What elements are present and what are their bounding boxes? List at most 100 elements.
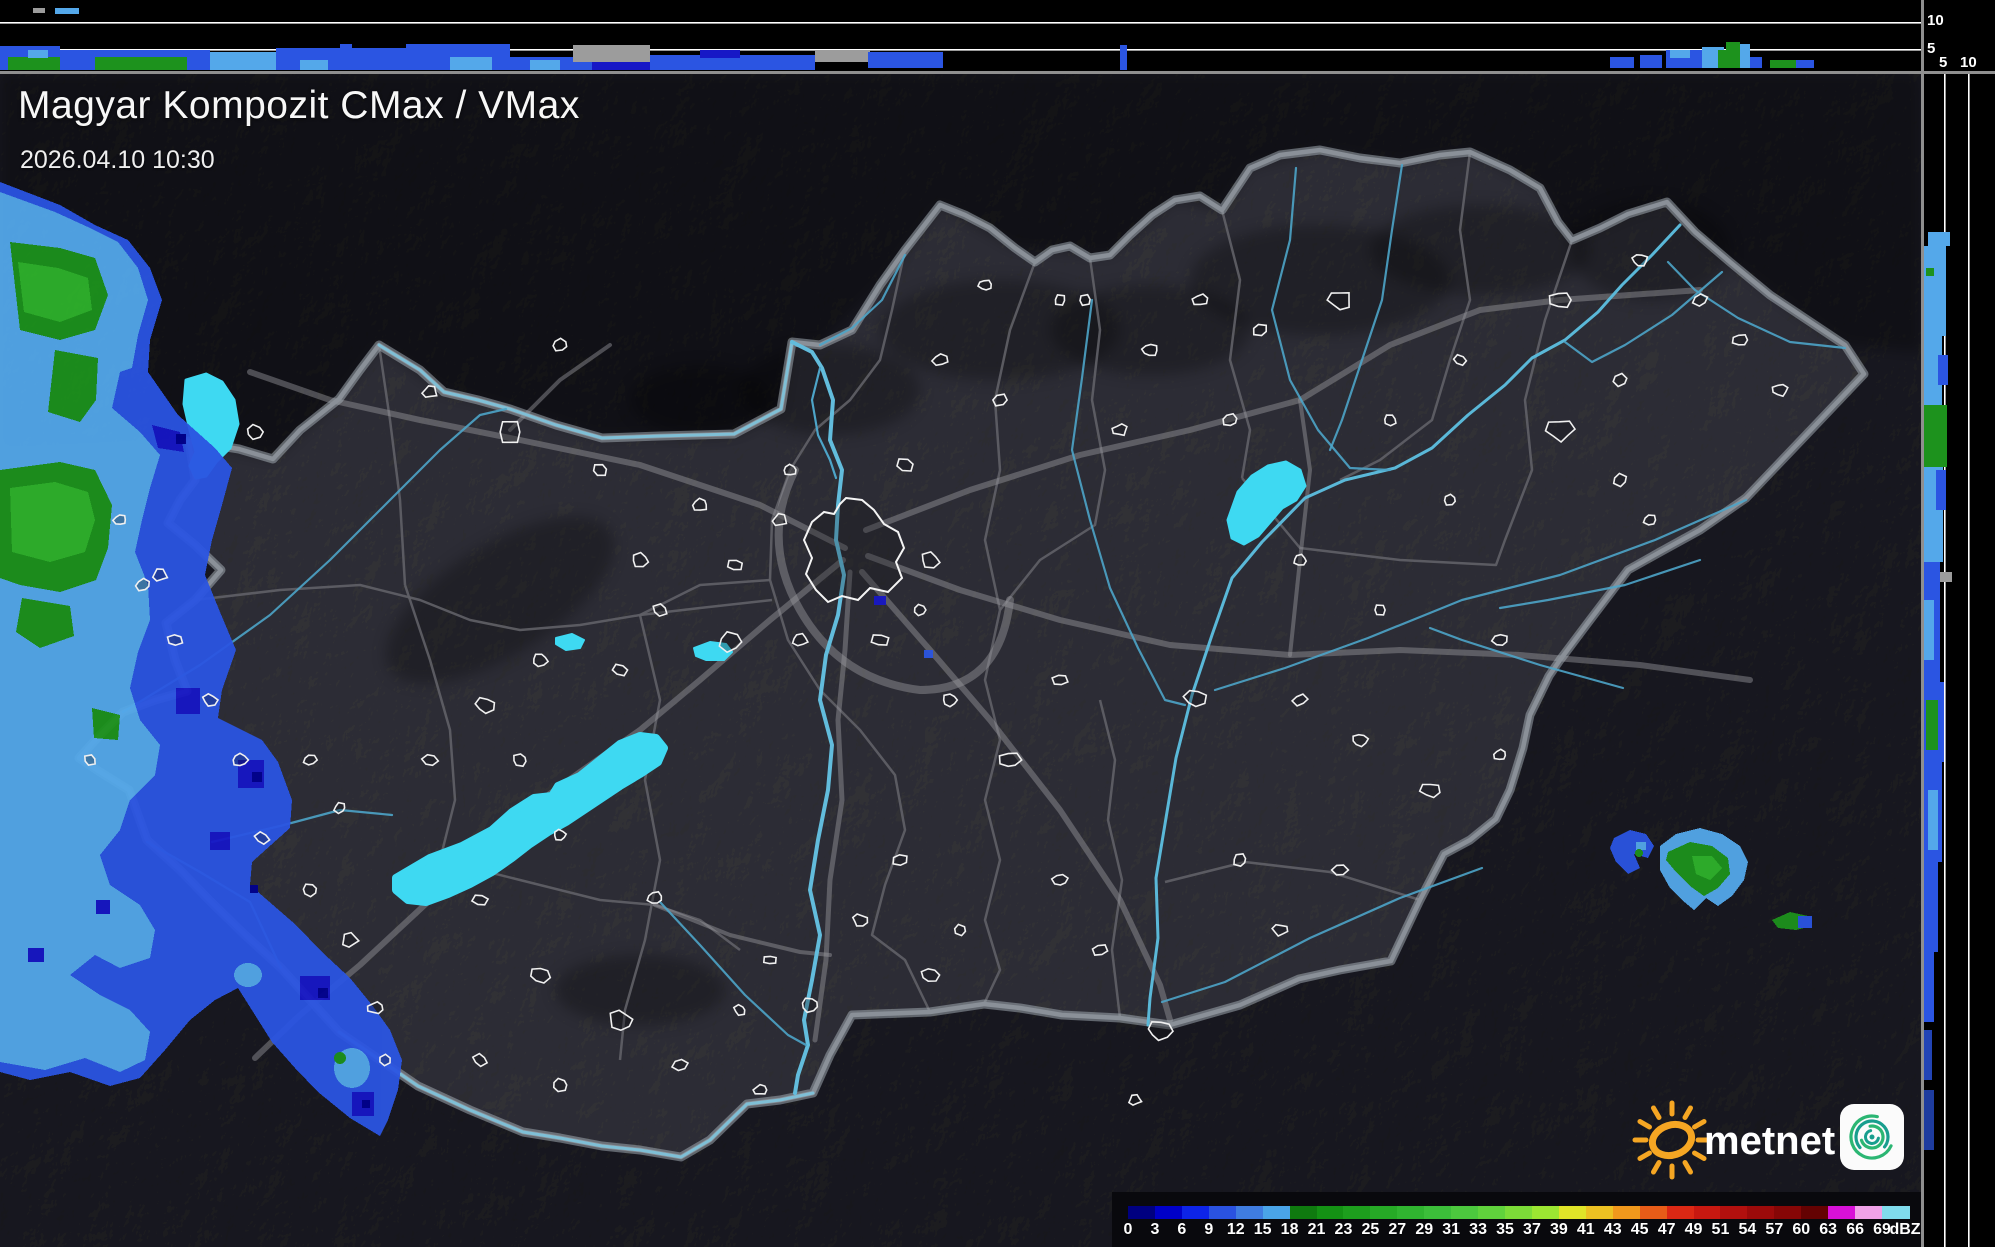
scale-tick-label: 18 [1281, 1221, 1299, 1239]
settlement-outline [1733, 335, 1748, 345]
settlement-outline [728, 560, 743, 569]
scale-cell-27 [1397, 1206, 1425, 1219]
scale-cell-41 [1586, 1206, 1614, 1219]
scale-tick-label: 29 [1415, 1221, 1433, 1239]
scale-tick-label: 45 [1631, 1221, 1649, 1239]
scale-cell-18 [1290, 1206, 1318, 1219]
scale-cell-35 [1505, 1206, 1533, 1219]
sun-icon [1635, 1103, 1709, 1177]
scale-tick-label: 51 [1712, 1221, 1730, 1239]
settlement-outline [871, 635, 888, 645]
metnet-app-icon [1840, 1104, 1904, 1170]
settlement-outline [168, 635, 183, 645]
metnet-logo: metnet [1628, 1082, 1928, 1192]
scale-tick-label: 57 [1765, 1221, 1783, 1239]
scale-tick-label: 23 [1335, 1221, 1353, 1239]
settlement-outline [915, 604, 926, 615]
settlement-outline [303, 884, 316, 897]
scale-tick-label: 9 [1204, 1221, 1213, 1239]
scale-cell-3 [1155, 1206, 1183, 1219]
scale-cell-49 [1694, 1206, 1722, 1219]
settlement-outline [1492, 635, 1507, 646]
scale-cell-6 [1182, 1206, 1210, 1219]
scale-cell-12 [1236, 1206, 1264, 1219]
scale-cell-54 [1747, 1206, 1775, 1219]
settlement-outline [500, 422, 520, 443]
scale-cell-57 [1774, 1206, 1802, 1219]
scale-tick-label: 43 [1604, 1221, 1622, 1239]
scale-cell-23 [1343, 1206, 1371, 1219]
scale-tick-label: 49 [1685, 1221, 1703, 1239]
logo-wordmark: metnet [1704, 1119, 1835, 1163]
scale-cell-9 [1209, 1206, 1237, 1219]
scale-tick-label: 47 [1658, 1221, 1676, 1239]
page-title: Magyar Kompozit CMax / VMax [18, 84, 580, 128]
altitude-axis-tick-h10: 10 [1960, 55, 1977, 70]
settlement-outline [803, 998, 818, 1012]
timestamp: 2026.04.10 10:30 [20, 146, 215, 175]
altitude-axis-tick-5: 5 [1927, 41, 1935, 56]
scale-tick-label: 69 [1873, 1221, 1891, 1239]
settlement-outline [1445, 494, 1456, 505]
scale-tick-label: 41 [1577, 1221, 1595, 1239]
settlement-outline [514, 754, 526, 766]
settlement-outline [784, 464, 796, 474]
scale-cell-37 [1532, 1206, 1560, 1219]
radar-map-canvas [0, 0, 1995, 1247]
scale-tick-label: 31 [1442, 1221, 1460, 1239]
top-profile-strip [0, 0, 1921, 71]
reflectivity-scale: dBZ 036912151821232527293133353739414345… [1112, 1192, 1921, 1247]
scale-cell-31 [1451, 1206, 1479, 1219]
scale-cell-60 [1801, 1206, 1829, 1219]
scale-cell-43 [1613, 1206, 1641, 1219]
scale-cell-39 [1559, 1206, 1587, 1219]
scale-tick-label: 27 [1388, 1221, 1406, 1239]
settlement-outline [380, 1054, 390, 1065]
settlement-outline [1254, 325, 1267, 336]
scale-tick-label: 60 [1792, 1221, 1810, 1239]
scale-cell-45 [1640, 1206, 1668, 1219]
scale-tick-label: 21 [1308, 1221, 1326, 1239]
scale-tick-label: 33 [1469, 1221, 1487, 1239]
scale-tick-label: 6 [1177, 1221, 1186, 1239]
scale-tick-label: 25 [1361, 1221, 1379, 1239]
settlement-outline [1234, 854, 1246, 866]
scale-cell-51 [1720, 1206, 1748, 1219]
scale-tick-label: 35 [1496, 1221, 1514, 1239]
altitude-axis-tick-h5: 5 [1939, 55, 1947, 70]
scale-cell-63 [1828, 1206, 1856, 1219]
scale-cell-47 [1667, 1206, 1695, 1219]
right-profile-strip [1921, 0, 1995, 1247]
settlement-outline [1080, 295, 1090, 306]
scale-cell-15 [1263, 1206, 1291, 1219]
settlement-outline [1375, 605, 1385, 615]
scale-tick-label: 66 [1846, 1221, 1864, 1239]
scale-tick-label: 37 [1523, 1221, 1541, 1239]
scale-tick-label: 0 [1124, 1221, 1133, 1239]
settlement-outline [85, 755, 95, 765]
scale-tick-label: 3 [1150, 1221, 1159, 1239]
settlement-outline [1385, 415, 1396, 426]
settlement-outline [764, 956, 776, 963]
scale-tick-label: 12 [1227, 1221, 1245, 1239]
settlement-outline [554, 1078, 567, 1091]
scale-cell-25 [1370, 1206, 1398, 1219]
settlement-outline [1052, 675, 1068, 684]
scale-tick-label: 63 [1819, 1221, 1837, 1239]
settlement-outline [1550, 293, 1572, 307]
settlement-outline [955, 924, 966, 935]
scale-tick-label: 15 [1254, 1221, 1272, 1239]
settlement-outline [1056, 295, 1065, 305]
scale-cell-29 [1424, 1206, 1452, 1219]
scale-cell-0 [1128, 1206, 1156, 1219]
settlement-outline [893, 855, 907, 865]
scale-cell-33 [1478, 1206, 1506, 1219]
scale-cell-21 [1317, 1206, 1345, 1219]
scale-tick-label: 39 [1550, 1221, 1568, 1239]
scale-tick-label: 54 [1738, 1221, 1756, 1239]
radar-composite-viewport: Magyar Kompozit CMax / VMax 2026.04.10 1… [0, 0, 1995, 1247]
scale-cell-66 [1855, 1206, 1883, 1219]
scale-unit-label: dBZ [1889, 1221, 1920, 1239]
settlement-outline [594, 465, 607, 476]
altitude-axis-tick-10: 10 [1927, 13, 1944, 28]
